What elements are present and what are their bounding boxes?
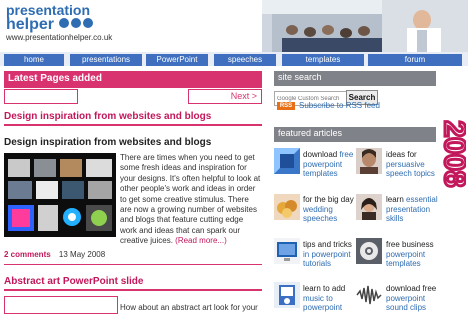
featured-item-1[interactable]: download free powerpoint templates [303,150,359,179]
site-search-header: site search [274,71,436,86]
featured-thumb-templates[interactable] [274,148,300,174]
rss-icon[interactable]: RSS [277,102,295,110]
featured-thumb-sound[interactable] [356,282,382,308]
featured-thumb-skills[interactable] [356,194,382,220]
nav-forum[interactable]: forum [368,54,462,66]
logo-text-helper[interactable]: helper [6,17,54,33]
nav-powerpoint[interactable]: PowerPoint [146,54,208,66]
featured-item-6[interactable]: free business powerpoint templates [386,240,442,269]
featured-item-2[interactable]: ideas for persuasive speech topics [386,150,442,179]
logo-text-presentation[interactable]: presentation [6,3,90,17]
site-header: presentation helper www.presentationhelp… [0,0,468,52]
featured-articles-title: featured articles [278,128,343,138]
next-label: Next > [230,91,257,101]
latest-pages-header: Latest Pages added [4,71,262,88]
nav-templates[interactable]: templates [282,54,364,66]
post2-image[interactable] [4,296,118,314]
featured-thumb-tutorials[interactable] [274,238,300,264]
comments-link[interactable]: 2 comments [4,250,51,259]
year-text: 2008 [440,121,466,188]
site-url: www.presentationhelper.co.uk [6,33,113,42]
site-search-title: site search [278,72,322,82]
logo-dots-icon [59,18,93,28]
post1-meta-divider [4,264,262,265]
featured-thumb-business[interactable] [356,238,382,264]
featured-thumb-music[interactable] [274,282,300,308]
rss-subscribe-link[interactable]: Subscribe to RSS feed [299,101,380,110]
featured-item-8[interactable]: download free powerpoint sound clips [386,284,442,313]
nav-speeches[interactable]: speeches [214,54,276,66]
post2-title-link[interactable]: Abstract art PowerPoint slide [4,276,143,287]
main-nav: home presentations PowerPoint speeches t… [0,52,468,66]
post2-body: How about an abstract art look for your [120,303,258,312]
post1-divider [4,124,262,126]
post1-image[interactable] [4,153,116,237]
featured-thumb-wedding[interactable] [274,194,300,220]
featured-item-5[interactable]: tips and tricks in powerpoint tutorials [303,240,359,269]
featured-item-3[interactable]: for the big day wedding speeches [303,195,359,224]
post1-body: There are times when you need to get som… [120,153,262,247]
header-photo [262,0,468,52]
post2-divider [4,289,262,291]
featured-item-4[interactable]: learn essential presentation skills [386,195,442,224]
post1-body-text: There are times when you need to get som… [120,153,261,246]
nav-presentations[interactable]: presentations [70,54,142,66]
nav-home[interactable]: home [4,54,64,66]
post1-subtitle: Design inspiration from websites and blo… [4,137,212,148]
previous-button[interactable] [4,89,78,104]
featured-thumb-speech[interactable] [356,148,382,174]
next-button[interactable]: Next > [188,89,262,104]
post-date: 13 May 2008 [58,250,106,259]
read-more-link[interactable]: (Read more...) [175,236,227,245]
featured-articles-header: featured articles [274,127,436,142]
featured-item-7[interactable]: learn to add music to powerpoint [303,284,359,313]
post1-title-link[interactable]: Design inspiration from websites and blo… [4,111,211,122]
post1-meta: 2 comments 13 May 2008 [4,250,105,259]
year-badge: 2008 [440,119,466,189]
latest-pages-title: Latest Pages added [8,73,102,84]
